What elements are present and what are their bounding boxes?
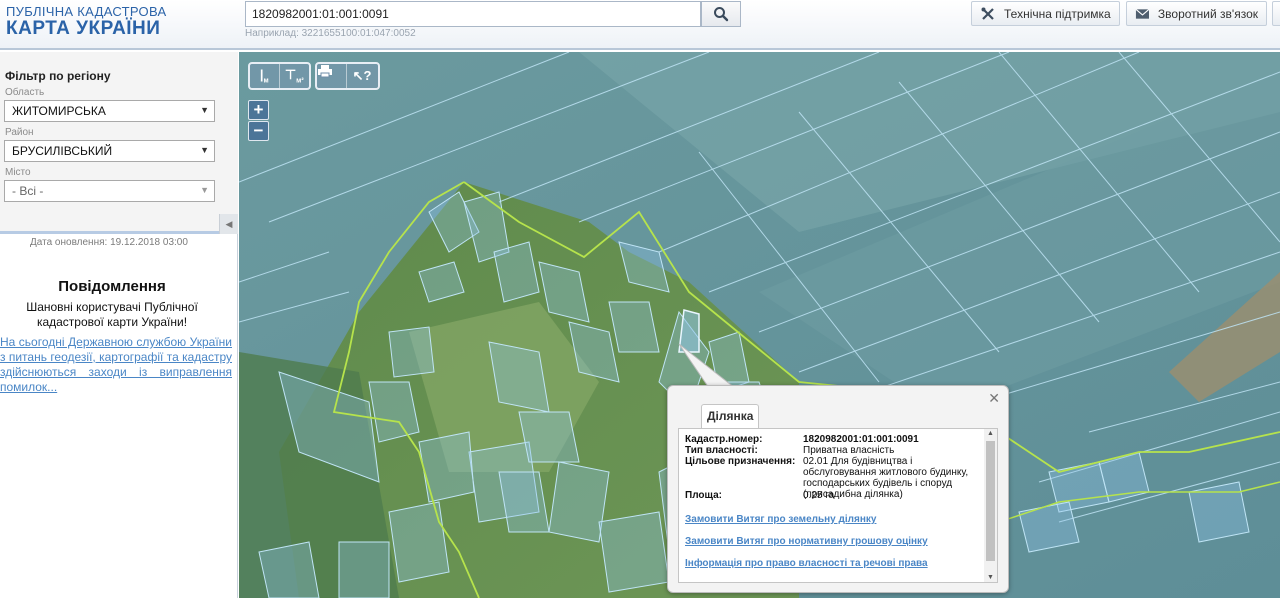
city-select[interactable]: - Всі - ▼ xyxy=(4,180,215,202)
identify-button[interactable]: ↖? xyxy=(347,64,377,88)
ownership-key: Тип власності: xyxy=(685,445,758,456)
search-icon xyxy=(714,7,729,22)
scroll-thumb[interactable] xyxy=(986,441,995,561)
notice-title: Повідомлення xyxy=(58,278,166,295)
purpose-key: Цільове призначення: xyxy=(685,456,796,467)
chevron-left-icon: ◀ xyxy=(225,218,233,229)
region-select-value: ЖИТОМИРСЬКА xyxy=(12,104,106,118)
cursor-question-icon: ↖? xyxy=(352,68,372,83)
update-date: Дата оновлення: 19.12.2018 03:00 xyxy=(30,237,188,248)
cadastral-number-value: 1820982001:01:001:0091 xyxy=(803,434,919,445)
order-valuation-extract-link[interactable]: Замовити Витяг про нормативну грошову оц… xyxy=(685,536,928,547)
close-icon[interactable]: ✕ xyxy=(988,390,1000,407)
district-select-value: БРУСИЛІВСЬКИЙ xyxy=(12,144,113,158)
scroll-down-icon[interactable]: ▼ xyxy=(987,574,994,581)
dropdown-arrow-icon: ▼ xyxy=(200,145,209,155)
zoom-out-button[interactable]: − xyxy=(248,121,269,141)
region-filter-panel: Фільтр по регіону Область ЖИТОМИРСЬКА ▼ … xyxy=(0,52,238,234)
ownership-rights-link[interactable]: Інформація про право власності та речові… xyxy=(685,558,928,569)
region-label: Область xyxy=(5,87,45,98)
extra-header-button[interactable] xyxy=(1272,1,1280,26)
dropdown-arrow-icon: ▼ xyxy=(200,105,209,115)
dropdown-arrow-icon: ▼ xyxy=(200,185,209,195)
area-row: Площа: 0.25 га xyxy=(685,490,985,502)
ruler-icon: |м xyxy=(259,67,269,85)
scroll-up-icon[interactable]: ▲ xyxy=(987,430,994,437)
measure-distance-button[interactable]: |м xyxy=(250,64,280,88)
tools-icon xyxy=(981,7,994,20)
top-header: ПУБЛІЧНА КАДАСТРОВА КАРТА УКРАЇНИ Наприк… xyxy=(0,0,1280,50)
tech-support-button[interactable]: Технічна підтримка xyxy=(971,1,1120,26)
cadastral-number-key: Кадастр.номер: xyxy=(685,434,763,445)
area-key: Площа: xyxy=(685,490,722,501)
tab-parcel[interactable]: Ділянка xyxy=(701,404,760,428)
parcel-details: Кадастр.номер: 1820982001:01:001:0091 Ти… xyxy=(678,428,998,583)
envelope-icon xyxy=(1135,8,1150,19)
print-button[interactable] xyxy=(317,64,347,88)
measure-area-button[interactable]: ⊤м² xyxy=(280,64,309,88)
feedback-button[interactable]: Зворотний зв'язок xyxy=(1126,1,1267,26)
ownership-value: Приватна власність xyxy=(803,445,895,456)
logo-line-1: ПУБЛІЧНА КАДАСТРОВА xyxy=(6,4,167,19)
collapse-sidebar-button[interactable]: ◀ xyxy=(219,214,238,234)
printer-icon xyxy=(318,65,332,78)
area-ruler-icon: ⊤м² xyxy=(284,67,304,85)
order-parcel-extract-link[interactable]: Замовити Витяг про земельну ділянку xyxy=(685,514,876,525)
notice-link[interactable]: На сьогодні Державною службою України з … xyxy=(0,335,232,395)
parcel-info-popup: ✕ Ділянка Кадастр.номер: 1820982001:01:0… xyxy=(667,385,1009,593)
zoom-in-button[interactable]: + xyxy=(248,100,269,120)
city-select-value: - Всі - xyxy=(12,184,44,198)
purpose-row: Цільове призначення: 02.01 Для будівницт… xyxy=(685,456,985,500)
left-sidebar: Фільтр по регіону Область ЖИТОМИРСЬКА ▼ … xyxy=(0,52,238,598)
region-select[interactable]: ЖИТОМИРСЬКА ▼ xyxy=(4,100,215,122)
tech-support-label: Технічна підтримка xyxy=(1004,6,1111,21)
logo-line-2: КАРТА УКРАЇНИ xyxy=(6,18,161,39)
site-logo[interactable]: ПУБЛІЧНА КАДАСТРОВА КАРТА УКРАЇНИ xyxy=(6,4,166,39)
feedback-label: Зворотний зв'язок xyxy=(1157,6,1258,21)
search-example-hint: Наприклад: 3221655100:01:047:0052 xyxy=(245,28,416,39)
district-select[interactable]: БРУСИЛІВСЬКИЙ ▼ xyxy=(4,140,215,162)
notice-text: Шановні користувачі Публічної кадастрово… xyxy=(26,300,198,329)
search-box: Наприклад: 3221655100:01:047:0052 xyxy=(245,1,741,39)
minus-icon: − xyxy=(253,121,264,140)
search-button[interactable] xyxy=(701,1,741,27)
measure-tools: |м ⊤м² xyxy=(248,62,311,90)
plus-icon: + xyxy=(253,100,264,119)
action-tools: ↖? xyxy=(315,62,380,90)
district-label: Район xyxy=(5,127,34,138)
city-label: Місто xyxy=(5,167,31,178)
area-value: 0.25 га xyxy=(803,490,835,501)
cadastral-search-input[interactable] xyxy=(245,1,701,27)
filter-title: Фільтр по регіону xyxy=(5,69,111,83)
popup-scrollbar[interactable]: ▲ ▼ xyxy=(984,429,997,582)
